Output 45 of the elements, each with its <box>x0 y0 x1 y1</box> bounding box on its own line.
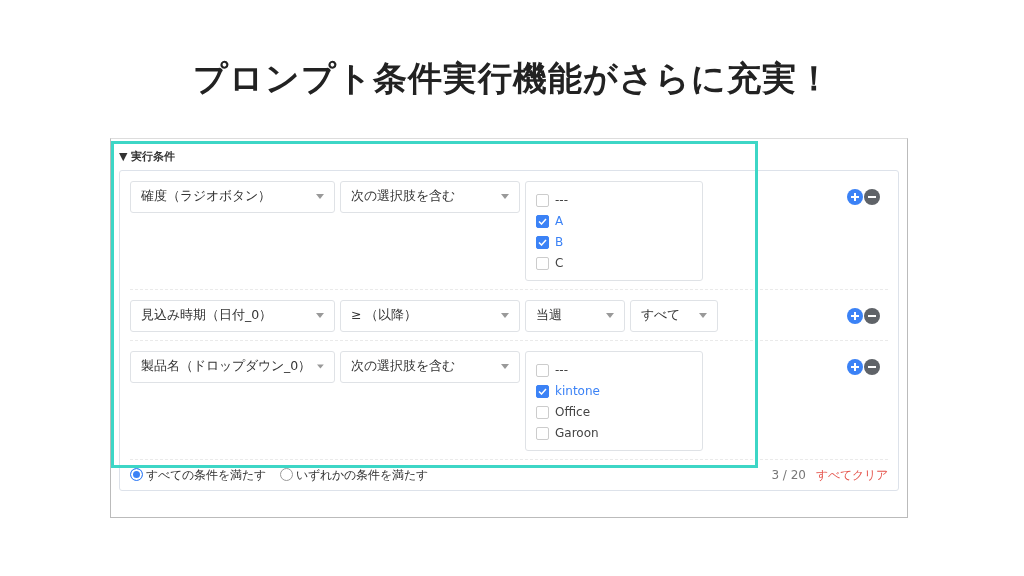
dropdown[interactable]: ≥ （以降） <box>340 299 520 332</box>
collapse-toggle[interactable]: ▼ <box>119 150 128 163</box>
caret-icon <box>606 313 614 318</box>
option-label: A <box>555 213 564 230</box>
dropdown[interactable]: 当週 <box>525 299 625 332</box>
option-label: Garoon <box>555 425 599 442</box>
add-icon[interactable] <box>847 358 863 375</box>
dropdown[interactable]: 次の選択肢を含む <box>340 180 520 213</box>
caret-icon <box>501 194 509 199</box>
caret-icon <box>501 313 509 318</box>
option-label: B <box>555 234 564 251</box>
checkbox[interactable] <box>536 405 549 419</box>
option-label: Office <box>555 404 591 421</box>
checkbox[interactable] <box>536 193 549 207</box>
option-label: C <box>555 255 564 272</box>
checkbox[interactable] <box>536 235 549 249</box>
caret-icon <box>316 313 324 318</box>
checkbox[interactable] <box>536 214 549 228</box>
checkbox[interactable] <box>536 363 549 377</box>
option-label: kintone <box>555 383 600 400</box>
add-icon[interactable] <box>847 307 863 324</box>
dropdown[interactable]: 確度（ラジオボタン） <box>130 180 335 213</box>
option-label: --- <box>555 192 568 209</box>
caret-icon <box>316 194 324 199</box>
dropdown[interactable]: 製品名（ドロップダウン_0） <box>130 350 335 383</box>
condition-count: 3 / 20 <box>771 466 806 484</box>
remove-icon[interactable] <box>864 188 880 205</box>
caret-icon <box>699 313 707 318</box>
dropdown[interactable]: すべて <box>630 299 718 332</box>
dropdown[interactable]: 見込み時期（日付_0） <box>130 299 335 332</box>
clear-all-link[interactable]: すべてクリア <box>816 465 888 484</box>
option-label: --- <box>555 362 568 379</box>
checkbox[interactable] <box>536 384 549 398</box>
dropdown[interactable]: 次の選択肢を含む <box>340 350 520 383</box>
checkbox[interactable] <box>536 426 549 440</box>
slide-title: プロンプト条件実行機能がさらに充実！ <box>191 57 833 100</box>
add-icon[interactable] <box>847 188 863 205</box>
caret-icon <box>317 364 324 369</box>
remove-icon[interactable] <box>864 358 880 375</box>
radio-option[interactable]: すべての条件を満たす <box>130 465 266 484</box>
section-title: 実行条件 <box>131 150 176 163</box>
caret-icon <box>501 364 509 369</box>
checkbox[interactable] <box>536 256 549 270</box>
radio-option[interactable]: いずれかの条件を満たす <box>280 465 428 484</box>
remove-icon[interactable] <box>864 307 880 324</box>
